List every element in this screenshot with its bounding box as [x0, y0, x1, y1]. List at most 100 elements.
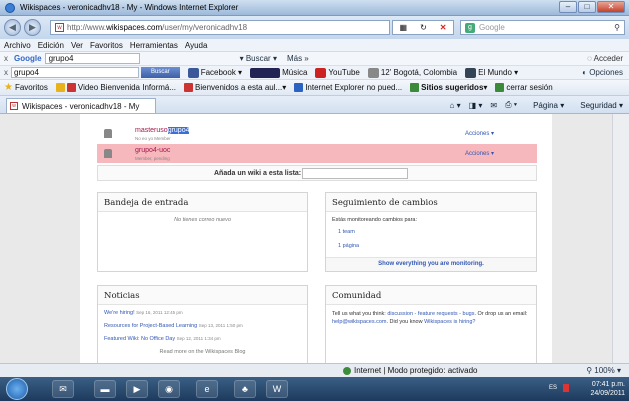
address-input[interactable]: w http://www.wikispaces.com/user/my/vero…	[50, 20, 390, 35]
news-item-date: Sep 16, 2011 12:45 pm	[136, 310, 183, 315]
weather-button[interactable]: 12' Bogotá, Colombia	[367, 67, 458, 78]
wiki-name-link[interactable]: masterusogrupo4	[135, 127, 190, 134]
acceder-link[interactable]: ◌ Acceder	[587, 54, 623, 63]
maximize-button[interactable]: □	[578, 1, 596, 13]
tracking-title: Seguimiento de cambios	[326, 193, 536, 212]
community-text: . Or drop us an email:	[474, 311, 528, 317]
zoom-control[interactable]: ⚲ 100% ▾	[586, 366, 621, 375]
word-app-icon[interactable]: W	[266, 380, 288, 398]
tab-wikispaces[interactable]: w Wikispaces - veronicadhv18 - My	[6, 98, 156, 113]
news-item-link[interactable]: Resources for Project-Based Learning	[104, 323, 197, 329]
status-bar: Internet | Modo protegido: activado ⚲ 10…	[0, 363, 629, 377]
show-monitoring-link[interactable]: Show everything you are monitoring.	[326, 257, 536, 271]
fav-item-ie[interactable]: Internet Explorer no pued...	[294, 83, 402, 92]
close-button[interactable]: ✕	[597, 1, 625, 13]
pagina-menu[interactable]: Página ▾	[525, 101, 564, 110]
feedback-links[interactable]: discussion - feature requests - bugs	[387, 311, 474, 317]
acciones-label: Acciones	[465, 151, 490, 157]
read-more-blog-link[interactable]: Read more on the Wikispaces Blog	[104, 349, 301, 355]
google-toolbar-input[interactable]: grupo4	[44, 53, 140, 64]
google-buscar-button[interactable]: ▾ Buscar ▾	[240, 54, 277, 63]
vertical-scrollbar[interactable]	[612, 114, 629, 363]
window-title: Wikispaces - veronicadhv18 - My - Window…	[20, 3, 239, 12]
chrome-app-icon[interactable]: ◉	[158, 380, 180, 398]
flag-icon[interactable]	[563, 384, 569, 392]
media-app-icon[interactable]: ▶	[126, 380, 148, 398]
mas-link[interactable]: Más »	[287, 54, 309, 63]
zoom-level: 100%	[594, 366, 615, 375]
tab-label: Wikispaces - veronicadhv18 - My	[22, 102, 140, 111]
mail-app-icon[interactable]: ✉	[52, 380, 74, 398]
start-button[interactable]	[6, 378, 28, 400]
close-toolbar2-icon[interactable]: x	[4, 68, 8, 77]
add-wiki-label: Añada un wiki a esta lista:	[214, 170, 302, 177]
fav-item-cerrar[interactable]: cerrar sesión	[495, 83, 553, 92]
acciones-link[interactable]: Acciones ▾	[465, 150, 494, 157]
toolbar2-buscar-button[interactable]: Buscar	[141, 67, 180, 78]
language-indicator[interactable]: ES	[549, 385, 557, 391]
facebook-button[interactable]: Facebook ▾	[187, 67, 242, 78]
news-item-link[interactable]: We're hiring!	[104, 310, 135, 316]
opciones-button[interactable]: ◐ Opciones	[582, 68, 623, 77]
wiki-name-link[interactable]: grupo4-uoc	[135, 147, 170, 154]
minimize-button[interactable]: –	[559, 1, 577, 13]
fav-item-video-label: Video Bienvenida Informá...	[77, 83, 177, 92]
elmundo-button[interactable]: El Mundo ▾	[465, 67, 518, 78]
close-toolbar-icon[interactable]: x	[4, 54, 8, 63]
menu-ayuda[interactable]: Ayuda	[185, 41, 208, 51]
news-title: Noticias	[98, 286, 307, 305]
taskbar: ✉ ▬ ▶ ◉ e ♣ W ES 07:41 p.m. 24/09/2011	[0, 377, 629, 401]
pagina-label: Página	[533, 100, 559, 110]
refresh-icon[interactable]: ↻	[420, 23, 427, 32]
browser-search-input[interactable]: g Google ⚲	[460, 20, 625, 35]
fav-item-ie-label: Internet Explorer no pued...	[305, 83, 403, 92]
stop-icon[interactable]: ✕	[440, 23, 447, 32]
news-item-link[interactable]: Featured Wiki: No Office Day	[104, 336, 175, 342]
menu-edicion[interactable]: Edición	[38, 41, 64, 51]
news-panel: Noticias We're hiring! Sep 16, 2011 12:4…	[97, 285, 308, 363]
seguridad-menu[interactable]: Seguridad ▾	[572, 101, 623, 110]
weather-label: 12' Bogotá, Colombia	[380, 67, 458, 77]
menu-herramientas[interactable]: Herramientas	[130, 41, 178, 51]
url-prefix: http://www.	[67, 23, 107, 32]
menu-bar: Archivo Edición Ver Favoritos Herramient…	[0, 39, 629, 52]
musica-button[interactable]: Música	[250, 67, 307, 78]
tracking-item-link[interactable]: 1 team	[338, 229, 530, 235]
menu-favoritos[interactable]: Favoritos	[90, 41, 123, 51]
ie-app-icon[interactable]: e	[196, 380, 218, 398]
search-icon[interactable]: ⚲	[614, 23, 620, 32]
fav-item-sugeridos-label: Sitios sugeridos	[421, 83, 484, 92]
globe-icon	[343, 366, 351, 375]
feeds-icon[interactable]: ◨ ▾	[469, 101, 483, 110]
hiring-link[interactable]: Wikispaces is hiring?	[424, 319, 475, 325]
tracking-item-link[interactable]: 1 página	[338, 243, 530, 249]
games-app-icon[interactable]: ♣	[234, 380, 256, 398]
forward-button[interactable]: ▶	[24, 19, 41, 36]
menu-archivo[interactable]: Archivo	[4, 41, 31, 51]
home-icon[interactable]: ⌂ ▾	[450, 101, 461, 110]
fav-item-sugeridos[interactable]: Sitios sugeridos ▾	[410, 83, 487, 92]
news-item-date: Sep 12, 2011 1:34 pm	[176, 336, 221, 341]
add-wiki-input[interactable]	[302, 168, 408, 179]
wiki-icon	[104, 129, 112, 138]
favorites-button[interactable]: Favoritos	[15, 83, 48, 92]
mail-icon[interactable]: ✉	[490, 101, 497, 110]
clock-date[interactable]: 24/09/2011	[585, 389, 625, 398]
news-item-date: Sep 13, 2011 1:50 pm	[198, 323, 243, 328]
menu-ver[interactable]: Ver	[71, 41, 83, 51]
fav-item-bienvenidos[interactable]: Bienvenidos a esta aul... ▾	[184, 83, 286, 92]
print-icon[interactable]: ⎙ ▾	[505, 100, 517, 110]
folder-app-icon[interactable]: ▬	[94, 380, 116, 398]
compat-view-icon[interactable]: ▦	[400, 23, 408, 32]
ie-logo-icon	[5, 3, 15, 13]
clock-time[interactable]: 07:41 p.m.	[585, 380, 625, 389]
acciones-link[interactable]: Acciones ▾	[465, 130, 494, 137]
fav-item-video[interactable]: Video Bienvenida Informá...	[55, 83, 177, 92]
youtube-button[interactable]: YouTube	[315, 67, 360, 78]
help-email-link[interactable]: help@wikispaces.com	[332, 319, 387, 325]
toolbar2-input[interactable]: grupo4	[11, 67, 139, 78]
back-button[interactable]: ◀	[4, 19, 21, 36]
search-placeholder: Google	[479, 23, 505, 32]
google-buscar-label: Buscar	[245, 54, 271, 63]
fav-item-bienvenidos-label: Bienvenidos a esta aul...	[195, 83, 283, 92]
